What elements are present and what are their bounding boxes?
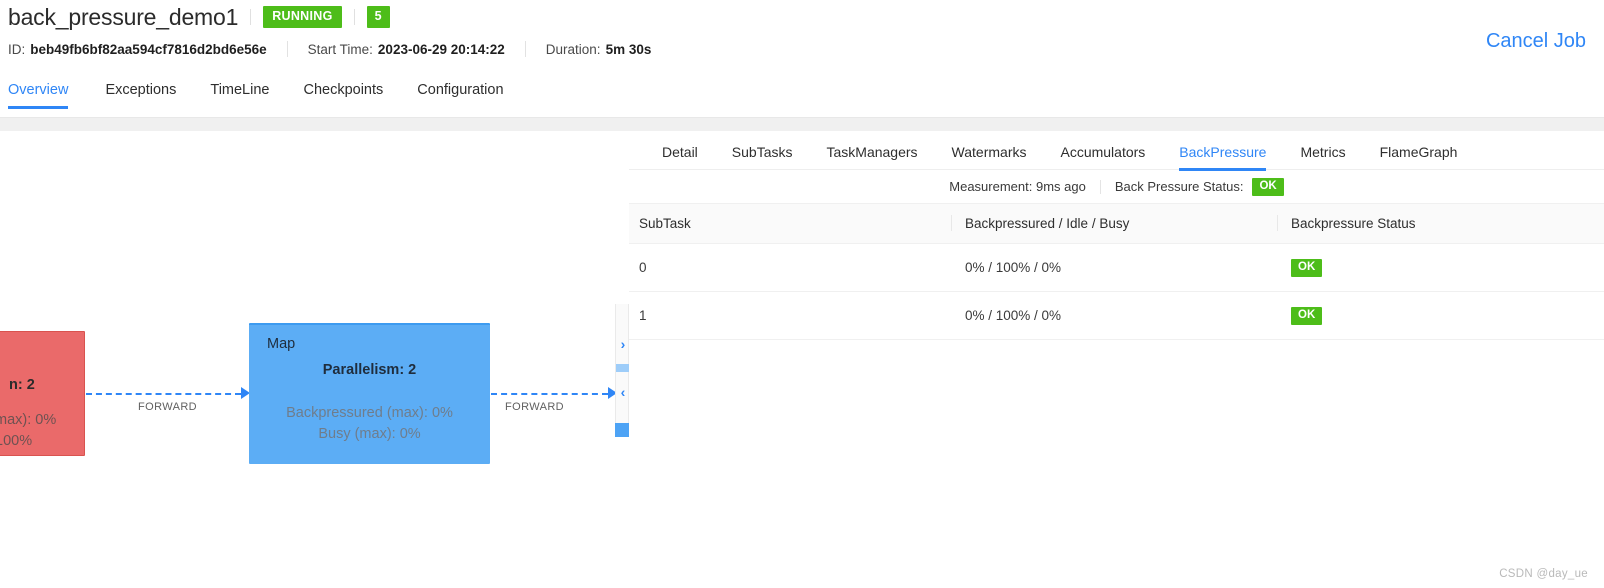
graph-node-map-metrics: Backpressured (max): 0% Busy (max): 0%: [249, 403, 490, 445]
graph-node-source-backpressured: max): 0%: [0, 412, 57, 428]
cancel-job-button[interactable]: Cancel Job: [1486, 28, 1586, 54]
job-graph-pane[interactable]: n: 2 max): 0% 100% FORWARD Map Paralleli…: [0, 131, 629, 588]
splitter-handle-bottom[interactable]: [615, 423, 629, 437]
vertex-tab-watermarks[interactable]: Watermarks: [952, 131, 1027, 171]
table-header-row: SubTask Backpressured / Idle / Busy Back…: [629, 203, 1604, 244]
job-header: back_pressure_demo1 RUNNING 5 ID: beb49f…: [0, 0, 1604, 118]
back-pressure-status-label: Back Pressure Status:: [1114, 179, 1244, 194]
job-tab-checkpoints[interactable]: Checkpoints: [286, 80, 400, 109]
duration-value: 5m 30s: [605, 41, 652, 57]
start-time-value: 2023-06-29 20:14:22: [377, 41, 505, 57]
graph-edge-2: [491, 393, 608, 395]
job-id-label: ID:: [8, 41, 26, 57]
vertex-tab-backpressure[interactable]: BackPressure: [1179, 131, 1267, 171]
cell-status: OK: [1277, 291, 1604, 340]
page-title: back_pressure_demo1: [8, 4, 239, 30]
job-id-value: beb49fb6bf82aa594cf7816d2bd6e56e: [30, 41, 267, 57]
job-tab-configuration[interactable]: Configuration: [400, 80, 520, 109]
splitter-drag-bar[interactable]: [616, 364, 630, 372]
vertex-tab-accumulators[interactable]: Accumulators: [1060, 131, 1145, 171]
measurement-text: Measurement: 9ms ago: [949, 179, 1086, 194]
job-tab-label[interactable]: TimeLine: [210, 80, 269, 109]
backpressure-table: SubTask Backpressured / Idle / Busy Back…: [629, 203, 1604, 340]
start-time-label: Start Time:: [307, 41, 373, 57]
badge-divider: [353, 9, 355, 25]
graph-node-map[interactable]: Map Parallelism: 2 Backpressured (max): …: [249, 323, 490, 464]
job-tab-label[interactable]: Exceptions: [105, 80, 176, 109]
measurement-row: Measurement: 9ms ago Back Pressure Statu…: [629, 170, 1604, 203]
task-count-badge: 5: [366, 6, 390, 28]
job-tab-exceptions[interactable]: Exceptions: [88, 80, 193, 109]
graph-node-source-metrics: max): 0% 100%: [0, 410, 84, 452]
meta-divider-2: [524, 41, 526, 57]
graph-node-map-name: Map: [267, 336, 296, 352]
watermark: CSDN @day_ue: [1499, 568, 1588, 580]
column-header-ratios: Backpressured / Idle / Busy: [951, 203, 1277, 244]
vertex-tab-flamegraph[interactable]: FlameGraph: [1380, 131, 1458, 171]
job-tab-label[interactable]: Overview: [8, 80, 69, 109]
content-area: n: 2 max): 0% 100% FORWARD Map Paralleli…: [0, 118, 1604, 588]
back-pressure-status-badge: OK: [1252, 177, 1284, 196]
meta-divider-1: [286, 41, 288, 57]
job-tab-label[interactable]: Checkpoints: [303, 80, 383, 109]
job-tab-bar: Overview Exceptions TimeLine Checkpoints Con…: [0, 80, 1604, 118]
table-row: 1 0% / 100% / 0% OK: [629, 291, 1604, 340]
job-meta-row: ID: beb49fb6bf82aa594cf7816d2bd6e56e Sta…: [8, 41, 651, 57]
graph-edge-1: [86, 393, 241, 395]
vertex-tab-bar: Detail SubTasks TaskManagers Watermarks Accu…: [629, 131, 1604, 171]
vertex-tab-subtasks[interactable]: SubTasks: [732, 131, 793, 171]
graph-node-map-parallelism: Parallelism: 2: [322, 362, 417, 378]
vertex-tab-metrics[interactable]: Metrics: [1300, 131, 1345, 171]
status-badge: OK: [1291, 259, 1323, 277]
graph-prev-icon[interactable]: ‹: [616, 380, 630, 404]
table-row: 0 0% / 100% / 0% OK: [629, 243, 1604, 292]
cell-subtask: 1: [629, 291, 951, 340]
measurement-divider: [1099, 179, 1101, 194]
duration-label: Duration:: [545, 41, 601, 57]
graph-node-source[interactable]: n: 2 max): 0% 100%: [0, 331, 85, 456]
status-badge: OK: [1291, 307, 1323, 325]
graph-node-source-busy: 100%: [0, 433, 33, 449]
cell-ratios: 0% / 100% / 0%: [951, 291, 1277, 340]
cell-status: OK: [1277, 243, 1604, 292]
job-tab-label[interactable]: Configuration: [417, 80, 503, 109]
job-tab-timeline[interactable]: TimeLine: [193, 80, 286, 109]
vertex-tab-detail[interactable]: Detail: [662, 131, 698, 171]
graph-edge-1-label: FORWARD: [138, 401, 198, 413]
job-tab-overview[interactable]: Overview: [0, 80, 88, 109]
vertex-detail-pane: Detail SubTasks TaskManagers Watermarks Accu…: [629, 131, 1604, 588]
graph-node-map-busy: Busy (max): 0%: [318, 426, 421, 442]
column-header-status: Backpressure Status: [1277, 203, 1604, 244]
cell-ratios: 0% / 100% / 0%: [951, 243, 1277, 292]
graph-splitter[interactable]: › ‹: [615, 304, 630, 437]
job-title-row: back_pressure_demo1 RUNNING 5: [8, 2, 390, 32]
cell-subtask: 0: [629, 243, 951, 292]
graph-edge-2-label: FORWARD: [505, 401, 565, 413]
graph-node-source-parallelism: n: 2: [9, 377, 35, 393]
status-badge: RUNNING: [263, 6, 342, 28]
graph-node-map-backpressured: Backpressured (max): 0%: [286, 405, 453, 421]
title-divider: [250, 9, 252, 25]
vertex-tab-taskmanagers[interactable]: TaskManagers: [827, 131, 918, 171]
column-header-subtask: SubTask: [629, 203, 951, 244]
graph-next-icon[interactable]: ›: [616, 332, 630, 356]
